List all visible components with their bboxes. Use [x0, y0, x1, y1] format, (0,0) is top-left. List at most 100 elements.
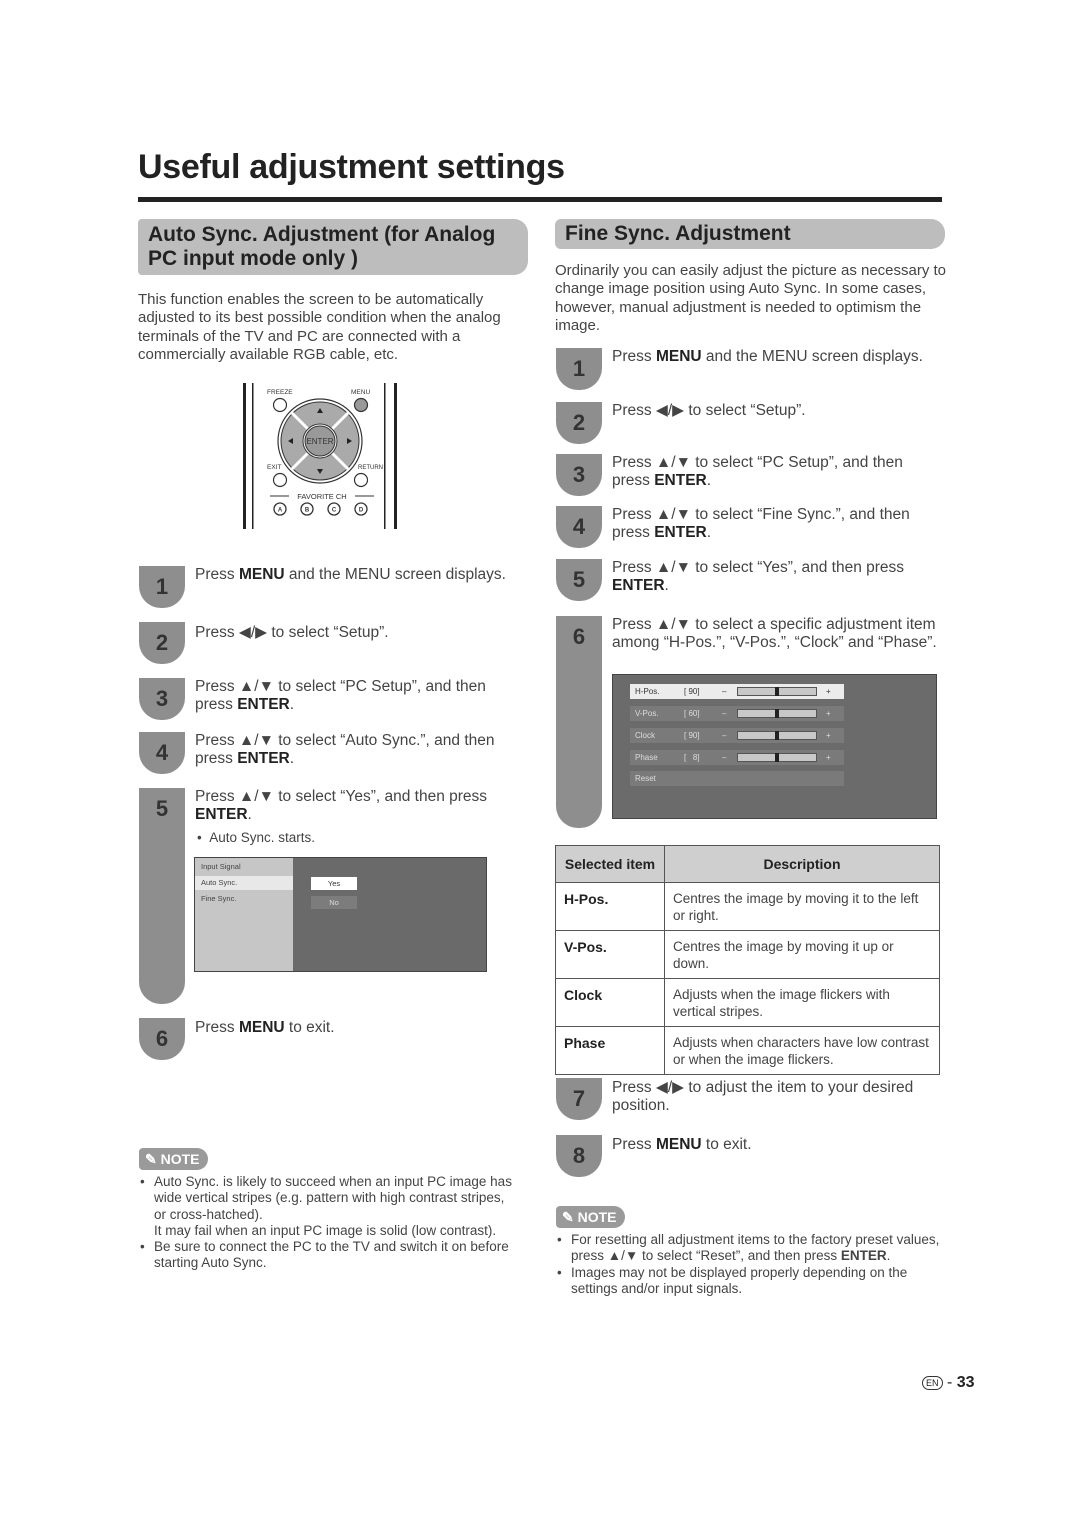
menu-button	[353, 397, 369, 413]
table-cell-item: H-Pos.	[555, 882, 665, 931]
step-text-part: .	[706, 524, 712, 542]
osd-row-value: [ 90]	[684, 731, 700, 740]
step-sub-bullet: • Auto Sync. starts.	[197, 830, 316, 845]
language-badge: EN	[922, 1375, 943, 1390]
step-key: MENU	[655, 1136, 702, 1153]
step-text: Press ▲/▼ to select “Auto Sync.”, and th…	[195, 732, 515, 769]
note-badge: ✎ NOTE	[556, 1206, 625, 1228]
osd-minus: –	[722, 753, 727, 762]
osd-item-input-signal: Input Signal	[201, 862, 241, 871]
step-key: ENTER	[612, 577, 665, 595]
table-row: V-Pos. Centres the image by moving it up …	[555, 930, 940, 979]
step-text: Press ▲/▼ to select “Yes”, and then pres…	[612, 559, 932, 596]
step-number: 4	[139, 732, 185, 774]
step-sub-text: Auto Sync. starts.	[209, 830, 316, 845]
step-number: 1	[556, 348, 602, 390]
step-number: 1	[139, 566, 185, 608]
osd-option-no: No	[311, 896, 357, 909]
return-button	[353, 472, 369, 488]
step-text-part: Press	[195, 1019, 239, 1036]
note-item: Images may not be displayed properly dep…	[555, 1265, 940, 1298]
note-label: NOTE	[160, 1151, 200, 1167]
left-note-list: Auto Sync. is likely to succeed when an …	[138, 1174, 518, 1272]
step-text: Press ▲/▼ to select “Yes”, and then pres…	[195, 788, 515, 825]
note-item: For resetting all adjustment items to th…	[555, 1232, 940, 1265]
osd-option-yes: Yes	[311, 877, 357, 890]
step-text: Press ◀/▶ to select “Setup”.	[612, 402, 806, 419]
table-cell-item: Phase	[555, 1026, 665, 1075]
step-key: ENTER	[654, 472, 707, 490]
step-text: Press MENU to exit.	[195, 1019, 515, 1037]
step-text: Press MENU and the MENU screen displays.	[195, 566, 530, 584]
table-row: Clock Adjusts when the image flickers wit…	[555, 978, 940, 1027]
step-number: 5	[139, 788, 185, 1004]
table-header-item: Selected item	[555, 845, 665, 883]
step-text-part: Press	[612, 1136, 656, 1153]
step-number: 3	[139, 678, 185, 720]
table-cell-item: V-Pos.	[555, 930, 665, 979]
fine-sync-heading: Fine Sync. Adjustment	[555, 219, 945, 249]
note-icon: ✎	[562, 1209, 574, 1225]
favorite-ch-label: FAVORITE CH	[297, 492, 346, 501]
step-key: MENU	[238, 1019, 285, 1036]
menu-label: MENU	[351, 389, 370, 396]
step-text-part: .	[664, 577, 669, 595]
step-text: Press MENU and the MENU screen displays.	[612, 348, 942, 366]
step-text-part: Press ▲/▼ to select “Yes”, and then pres…	[612, 559, 905, 576]
step-key: MENU	[238, 566, 285, 583]
button-b-label: B	[305, 508, 310, 514]
osd-slider-knob	[775, 731, 779, 740]
osd-row-label: Clock	[635, 731, 656, 740]
osd-slider-knob	[775, 709, 779, 718]
step-text-part: Press	[612, 348, 656, 365]
osd-row-label: V-Pos.	[635, 709, 659, 718]
step-number: 2	[556, 402, 602, 444]
step-text-part: .	[289, 750, 295, 768]
osd-row-value: [ 90]	[684, 687, 700, 696]
step-text: Press ▲/▼ to select “PC Setup”, and then…	[195, 678, 515, 715]
step-text-part: to exit.	[284, 1019, 335, 1036]
osd-minus: –	[722, 731, 727, 740]
step-key: ENTER	[237, 750, 290, 768]
table-cell-desc: Centres the image by moving it to the le…	[664, 882, 940, 931]
table-cell-desc: Adjusts when characters have low contras…	[664, 1026, 940, 1075]
step-text-part: to exit.	[701, 1136, 752, 1153]
step-text: Press ▲/▼ to select “PC Setup”, and then…	[612, 454, 932, 491]
step-text-part: Press ▲/▼ to select “Yes”, and then pres…	[195, 788, 488, 805]
osd-row-value: [ 8]	[684, 753, 700, 762]
step-number: 2	[139, 622, 185, 664]
exit-button	[272, 472, 288, 488]
step-text-part: .	[706, 472, 712, 490]
note-item: Auto Sync. is likely to succeed when an …	[138, 1174, 518, 1239]
step-text-part: .	[247, 806, 252, 824]
table-header-row: Selected item Description	[555, 845, 940, 883]
note-label: NOTE	[577, 1209, 617, 1225]
osd-slider	[737, 709, 817, 718]
remote-control-illustration: FREEZE MENU ENTER EXIT RETURN FAVORITE C…	[240, 380, 400, 530]
osd-slider-knob	[775, 687, 779, 696]
osd-row-label: H-Pos.	[635, 687, 660, 696]
step-text: Press ◀/▶ to adjust the item to your des…	[612, 1079, 914, 1115]
table-row: Phase Adjusts when characters have low co…	[555, 1026, 940, 1075]
page-title: Useful adjustment settings	[138, 148, 565, 186]
note-text: It may fail when an input PC image is so…	[154, 1222, 497, 1238]
right-note-list: For resetting all adjustment items to th…	[555, 1232, 940, 1297]
button-c-label: C	[332, 508, 337, 514]
fine-sync-intro: Ordinarily you can easily adjust the pic…	[555, 262, 947, 334]
table-cell-desc: Centres the image by moving it up or dow…	[664, 930, 940, 979]
step-text-part: and the MENU screen displays.	[284, 566, 506, 583]
step-text-part: Press	[195, 566, 239, 583]
osd-item-auto-sync: Auto Sync.	[195, 876, 293, 890]
step-number: 4	[556, 506, 602, 548]
note-icon: ✎	[145, 1151, 157, 1167]
osd-minus: –	[722, 709, 727, 718]
remote-control-icon: FREEZE MENU ENTER EXIT RETURN FAVORITE C…	[243, 383, 397, 529]
table-header-description: Description	[664, 845, 940, 883]
osd-minus: –	[722, 687, 727, 696]
button-a-label: A	[278, 508, 283, 514]
osd-plus: +	[826, 709, 831, 718]
osd-plus: +	[826, 753, 831, 762]
step-key: ENTER	[654, 524, 707, 542]
osd-menu-column	[195, 858, 293, 971]
note-item: Be sure to connect the PC to the TV and …	[138, 1239, 518, 1272]
